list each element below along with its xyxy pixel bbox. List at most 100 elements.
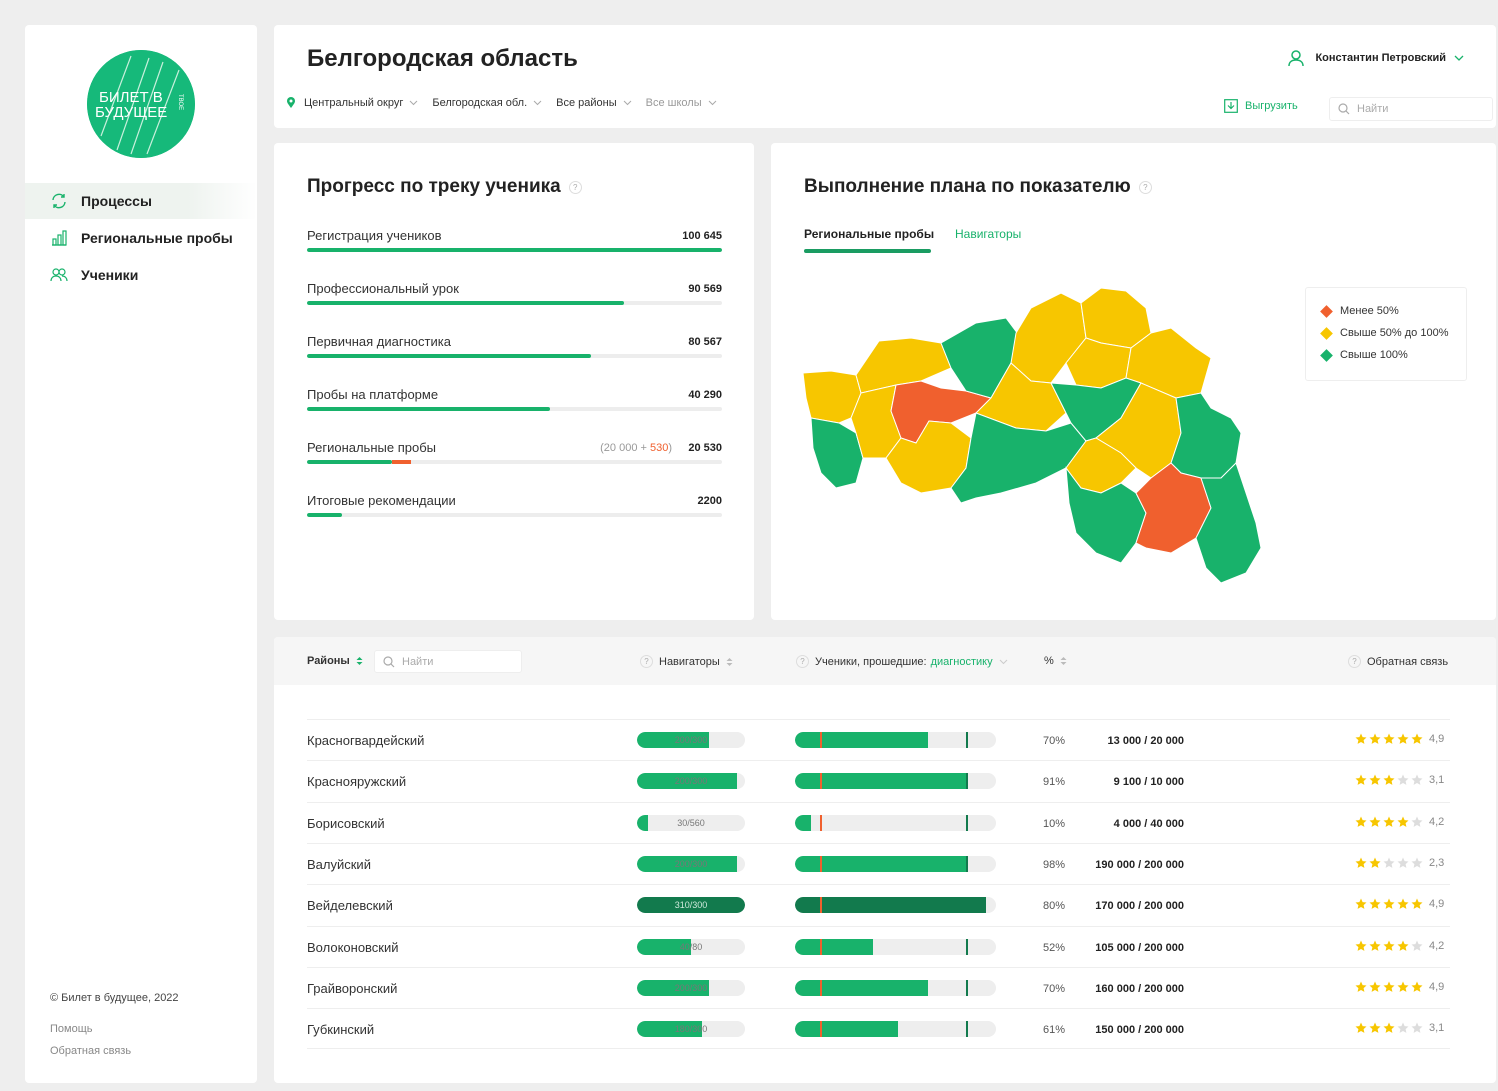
students-ratio: 13 000 / 20 000 xyxy=(1107,735,1184,747)
students-bar-target-marker xyxy=(966,814,968,831)
active-tab-indicator xyxy=(804,249,931,253)
map-district[interactable] xyxy=(1080,287,1152,349)
logo[interactable]: БИЛЕТ В БУДУЩЕЕ ТВОЕ xyxy=(87,50,195,158)
progress-bar xyxy=(307,354,722,358)
district-name[interactable]: Волоконовский xyxy=(307,940,399,955)
refresh-icon xyxy=(49,191,69,211)
help-icon[interactable]: ? xyxy=(568,180,582,194)
navigators-count: 200/300 xyxy=(674,776,708,787)
district-name[interactable]: Красногвардейский xyxy=(307,733,424,748)
district-name[interactable]: Вейделевский xyxy=(307,898,393,913)
column-label: Обратная связь xyxy=(1367,655,1449,668)
navigators-bar: 200/300 xyxy=(637,773,745,790)
table-row[interactable]: Борисовский 30/560 10% 4 000 / 40 000 4,2 xyxy=(307,801,1450,843)
navigators-bar: 180/300 xyxy=(637,1021,745,1038)
progress-bar-fill xyxy=(307,460,393,464)
students-bar-fill xyxy=(795,938,874,955)
star-icon xyxy=(1397,733,1409,744)
table-row[interactable]: Валуйский 200/300 98% 190 000 / 200 000 2,3 xyxy=(307,842,1450,884)
feedback-rating: 4,9 xyxy=(1355,733,1444,745)
legend-diamond-icon xyxy=(1320,348,1333,362)
map-district[interactable] xyxy=(1170,392,1242,479)
progress-title-text: Прогресс по треку ученика xyxy=(307,176,561,197)
students-bar xyxy=(795,855,996,872)
progress-value: 90 569 xyxy=(688,283,722,295)
filter-oblast[interactable]: Белгородская обл. xyxy=(432,97,542,109)
table-row[interactable]: Красногвардейский 200/300 70% 13 000 / 20 0… xyxy=(307,719,1450,760)
sidebar-item-processes[interactable]: Процессы xyxy=(25,183,257,219)
map-legend: Менее 50% Свыше 50% до 100% Свыше 100% xyxy=(1305,287,1467,381)
table-row[interactable]: Вейделевский 310/300 80% 170 000 / 200 000 4… xyxy=(307,884,1450,925)
column-students[interactable]: ? Ученики, прошедшие: диагностику xyxy=(796,655,1008,668)
export-button[interactable]: Выгрузить xyxy=(1224,99,1298,113)
chevron-down-icon xyxy=(409,100,418,106)
students-bar-target-marker xyxy=(966,897,968,914)
district-name[interactable]: Валуйский xyxy=(307,857,371,872)
district-name[interactable]: Грайворонский xyxy=(307,981,397,996)
sort-icon xyxy=(1060,656,1067,666)
students-bar-min-marker xyxy=(820,855,822,872)
table-row[interactable]: Грайворонский 200/300 70% 160 000 / 200 000… xyxy=(307,966,1450,1008)
district-search-input[interactable]: Найти xyxy=(374,650,522,673)
progress-bar-fill xyxy=(307,248,722,252)
students-bar-min-marker xyxy=(820,814,822,831)
progress-bar-fill xyxy=(307,301,625,305)
navigators-count: 200/300 xyxy=(674,858,708,869)
district-name[interactable]: Борисовский xyxy=(307,816,385,831)
page-title: Белгородская область xyxy=(307,45,578,72)
users-icon xyxy=(49,265,69,285)
feedback-link[interactable]: Обратная связь xyxy=(50,1045,131,1057)
progress-bar xyxy=(307,513,722,517)
column-districts[interactable]: Районы xyxy=(307,655,363,667)
progress-bar-fill xyxy=(307,354,592,358)
plan-title: Выполнение плана по показателю ? xyxy=(804,176,1152,198)
logo-text-side: ТВОЕ xyxy=(177,94,183,110)
column-percent[interactable]: % xyxy=(1044,655,1067,667)
navigators-bar: 200/300 xyxy=(637,979,745,996)
rating-value: 2,3 xyxy=(1429,856,1445,869)
students-bar xyxy=(795,938,996,955)
students-bar-min-marker xyxy=(820,773,822,790)
tab-navigators[interactable]: Навигаторы xyxy=(955,227,1021,241)
students-metric-dropdown[interactable]: диагностику xyxy=(931,656,993,668)
column-feedback[interactable]: ? Обратная связь xyxy=(1348,655,1448,668)
star-icon xyxy=(1355,940,1367,951)
search-icon xyxy=(383,655,395,668)
help-icon[interactable]: ? xyxy=(640,655,653,668)
help-icon[interactable]: ? xyxy=(1138,180,1152,194)
help-icon[interactable]: ? xyxy=(1348,655,1361,668)
district-name[interactable]: Краснояружский xyxy=(307,774,406,789)
star-icon xyxy=(1411,733,1423,744)
students-bar xyxy=(795,897,996,914)
progress-row: Профессиональный урок 90 569 xyxy=(307,281,722,325)
help-icon[interactable]: ? xyxy=(796,655,809,668)
column-label: Районы xyxy=(307,655,350,667)
tab-regional-trials[interactable]: Региональные пробы xyxy=(804,227,934,241)
table-row[interactable]: Губкинский 180/300 61% 150 000 / 200 000 3,1 xyxy=(307,1008,1450,1050)
progress-label: Региональные пробы xyxy=(307,440,436,455)
students-ratio: 190 000 / 200 000 xyxy=(1095,858,1184,871)
sidebar-item-regional-trials[interactable]: Региональные пробы xyxy=(25,220,257,256)
column-navigators[interactable]: ? Навигаторы xyxy=(640,655,733,668)
user-menu[interactable]: Константин Петровский xyxy=(1285,47,1464,69)
district-name[interactable]: Губкинский xyxy=(307,1022,374,1037)
filter-schools[interactable]: Все школы xyxy=(646,97,717,109)
export-label: Выгрузить xyxy=(1245,100,1298,112)
help-link[interactable]: Помощь xyxy=(50,1023,93,1035)
filter-okrug[interactable]: Центральный округ xyxy=(304,97,418,109)
table-row[interactable]: Краснояружский 200/300 91% 9 100 / 10 000 3,… xyxy=(307,760,1450,801)
students-bar-min-marker xyxy=(820,938,822,955)
map-district[interactable] xyxy=(1195,462,1262,584)
star-icon xyxy=(1355,857,1367,868)
bar-chart-icon xyxy=(49,228,69,248)
students-bar xyxy=(795,979,996,996)
table-row[interactable]: Волоконовский 40/80 52% 105 000 / 200 000 4,… xyxy=(307,925,1450,967)
students-ratio: 160 000 / 200 000 xyxy=(1095,982,1184,995)
star-icon xyxy=(1383,1022,1395,1033)
sidebar-item-students[interactable]: Ученики xyxy=(25,257,257,293)
filter-districts[interactable]: Все районы xyxy=(556,97,632,109)
students-bar-fill xyxy=(795,1021,898,1038)
search-input[interactable]: Найти xyxy=(1329,97,1493,121)
copyright: © Билет в будущее, 2022 xyxy=(50,992,179,1004)
star-icon xyxy=(1411,774,1423,786)
